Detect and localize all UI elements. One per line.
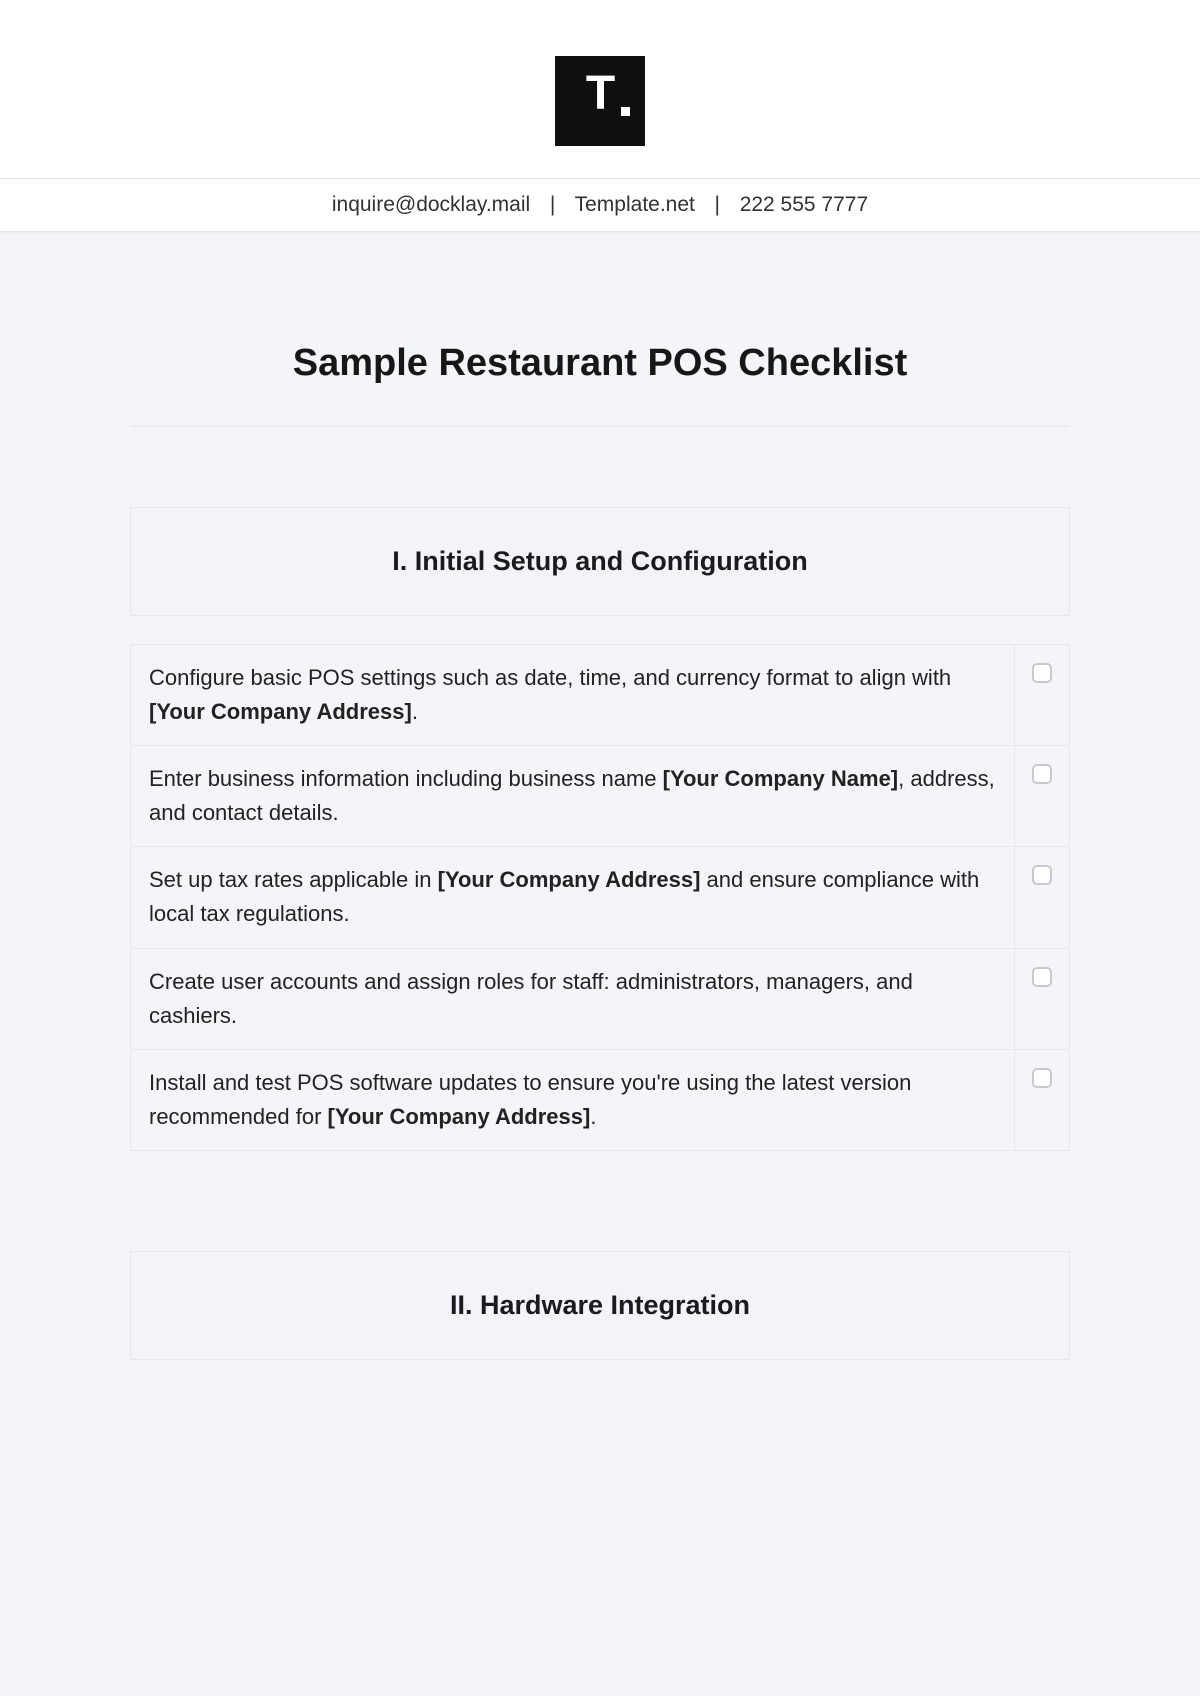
item-text-post: . xyxy=(412,699,418,724)
section-heading-2: II. Hardware Integration xyxy=(130,1251,1070,1360)
checklist-row: Set up tax rates applicable in [Your Com… xyxy=(130,847,1070,948)
item-text-bold: [Your Company Address] xyxy=(438,867,701,892)
checklist-row: Configure basic POS settings such as dat… xyxy=(130,644,1070,746)
logo-wrap: T xyxy=(0,56,1200,146)
item-text-bold: [Your Company Address] xyxy=(149,699,412,724)
item-text-bold: [Your Company Name] xyxy=(663,766,899,791)
logo-dot xyxy=(621,107,630,116)
header-band: T inquire@docklay.mail | Template.net | … xyxy=(0,0,1200,232)
checklist-item-text: Configure basic POS settings such as dat… xyxy=(131,645,1015,745)
checklist-row: Enter business information including bus… xyxy=(130,746,1070,847)
checklist-row: Create user accounts and assign roles fo… xyxy=(130,949,1070,1050)
checklist-item-text: Set up tax rates applicable in [Your Com… xyxy=(131,847,1015,947)
checkbox[interactable] xyxy=(1032,764,1052,784)
checkbox-cell xyxy=(1015,645,1069,745)
checklist-row: Install and test POS software updates to… xyxy=(130,1050,1070,1151)
checklist-item-text: Create user accounts and assign roles fo… xyxy=(131,949,1015,1049)
item-text-pre: Enter business information including bus… xyxy=(149,766,663,791)
page: T inquire@docklay.mail | Template.net | … xyxy=(0,0,1200,1696)
section-heading-1: I. Initial Setup and Configuration xyxy=(130,507,1070,616)
checklist-item-text: Install and test POS software updates to… xyxy=(131,1050,1015,1150)
contact-email: inquire@docklay.mail xyxy=(332,193,530,216)
checklist-item-text: Enter business information including bus… xyxy=(131,746,1015,846)
checkbox-cell xyxy=(1015,949,1069,1049)
checkbox-cell xyxy=(1015,746,1069,846)
checkbox[interactable] xyxy=(1032,967,1052,987)
checkbox[interactable] xyxy=(1032,865,1052,885)
logo: T xyxy=(555,56,645,146)
item-text-bold: [Your Company Address] xyxy=(328,1104,591,1129)
item-text-pre: Set up tax rates applicable in xyxy=(149,867,438,892)
section-gap xyxy=(130,1151,1070,1251)
contact-bar: inquire@docklay.mail | Template.net | 22… xyxy=(0,178,1200,232)
separator: | xyxy=(709,193,726,216)
checkbox[interactable] xyxy=(1032,663,1052,683)
item-text-post: . xyxy=(590,1104,596,1129)
checkbox-cell xyxy=(1015,847,1069,947)
item-text-pre: Configure basic POS settings such as dat… xyxy=(149,665,951,690)
contact-site: Template.net xyxy=(575,193,695,216)
checklist-1: Configure basic POS settings such as dat… xyxy=(130,644,1070,1151)
document-body: Sample Restaurant POS Checklist I. Initi… xyxy=(0,342,1200,1360)
checkbox[interactable] xyxy=(1032,1068,1052,1088)
logo-letter: T xyxy=(586,70,614,118)
checkbox-cell xyxy=(1015,1050,1069,1150)
page-title: Sample Restaurant POS Checklist xyxy=(130,342,1070,385)
separator: | xyxy=(544,193,561,216)
divider xyxy=(130,425,1070,427)
item-text-pre: Create user accounts and assign roles fo… xyxy=(149,969,913,1028)
contact-phone: 222 555 7777 xyxy=(740,193,868,216)
